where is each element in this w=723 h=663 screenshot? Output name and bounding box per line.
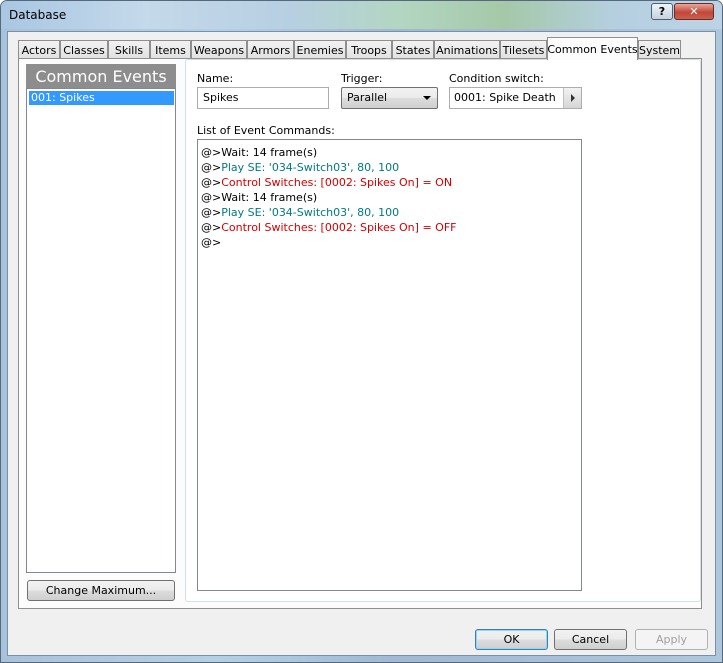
ok-button[interactable]: OK: [475, 629, 548, 650]
database-window: Database ? ✕ Actors Classes Skills Items…: [0, 0, 723, 663]
tab-enemies[interactable]: Enemies: [294, 40, 346, 59]
tab-armors[interactable]: Armors: [247, 40, 294, 59]
condition-switch-value: 0001: Spike Death: [454, 91, 556, 104]
command-prefix: @>: [201, 221, 222, 234]
tab-label: Tilesets: [502, 43, 545, 57]
commands-label: List of Event Commands:: [197, 124, 335, 137]
tab-tilesets[interactable]: Tilesets: [500, 40, 547, 59]
command-prefix: @>: [201, 161, 222, 174]
cancel-button[interactable]: Cancel: [554, 629, 627, 650]
condition-switch-picker-button[interactable]: [563, 88, 581, 108]
help-icon: ?: [658, 5, 666, 18]
tab-label: Items: [155, 43, 186, 57]
tab-label: Troops: [351, 43, 387, 57]
close-icon: ✕: [689, 5, 699, 18]
trigger-value: Parallel: [347, 91, 388, 104]
tab-label: Enemies: [296, 43, 344, 57]
tab-states[interactable]: States: [392, 40, 434, 59]
help-button[interactable]: ?: [651, 3, 673, 20]
name-label: Name:: [197, 72, 234, 85]
command-text: Play SE: '034-Switch03', 80, 100: [221, 206, 400, 219]
command-text: Control Switches: [0002: Spikes On] = ON: [221, 176, 453, 189]
tab-actors[interactable]: Actors: [18, 40, 60, 59]
tab-classes[interactable]: Classes: [60, 40, 108, 59]
event-properties-box: Name: Spikes Trigger: Parallel Condition…: [185, 59, 701, 602]
title-bar[interactable]: Database ? ✕: [1, 1, 722, 29]
change-maximum-button[interactable]: Change Maximum...: [27, 580, 175, 601]
tab-skills[interactable]: Skills: [108, 40, 150, 59]
tab-weapons[interactable]: Weapons: [191, 40, 247, 59]
command-row[interactable]: @>: [201, 235, 578, 250]
tab-label: States: [395, 43, 431, 57]
command-text: Control Switches: [0002: Spikes On] = OF…: [221, 221, 457, 234]
tab-label: Animations: [436, 43, 498, 57]
command-prefix: @>: [201, 206, 222, 219]
command-row[interactable]: @>Wait: 14 frame(s): [201, 190, 578, 205]
command-row[interactable]: @>Control Switches: [0002: Spikes On] = …: [201, 220, 578, 235]
command-text: Wait: 14 frame(s): [221, 191, 318, 204]
command-row[interactable]: @>Play SE: '034-Switch03', 80, 100: [201, 160, 578, 175]
tab-label: Actors: [21, 43, 57, 57]
close-button[interactable]: ✕: [674, 3, 714, 20]
tab-system[interactable]: System: [638, 40, 681, 59]
dialog-client: Actors Classes Skills Items Weapons Armo…: [7, 31, 716, 656]
tab-animations[interactable]: Animations: [434, 40, 500, 59]
trigger-label: Trigger:: [341, 72, 383, 85]
condition-switch-field[interactable]: 0001: Spike Death: [449, 87, 582, 109]
list-header: Common Events: [26, 64, 176, 88]
chevron-down-icon: [423, 96, 431, 100]
command-row[interactable]: @>Control Switches: [0002: Spikes On] = …: [201, 175, 578, 190]
command-row[interactable]: @>Wait: 14 frame(s): [201, 145, 578, 160]
trigger-select[interactable]: Parallel: [341, 87, 438, 109]
tab-label: System: [638, 43, 681, 57]
command-text: Wait: 14 frame(s): [221, 146, 318, 159]
tab-items[interactable]: Items: [150, 40, 191, 59]
tab-label: Common Events: [547, 42, 638, 56]
common-event-list[interactable]: 001: Spikes: [26, 88, 176, 573]
tab-label: Skills: [114, 43, 144, 57]
chevron-right-icon: [570, 94, 575, 102]
command-row[interactable]: @>Play SE: '034-Switch03', 80, 100: [201, 205, 578, 220]
tab-panel: Common Events 001: Spikes Change Maximum…: [18, 58, 702, 609]
tab-common-events[interactable]: Common Events: [547, 37, 638, 60]
tab-label: Classes: [63, 43, 105, 57]
tab-label: Weapons: [193, 43, 245, 57]
tab-label: Armors: [250, 43, 291, 57]
command-text: Play SE: '034-Switch03', 80, 100: [221, 161, 400, 174]
command-prefix: @>: [201, 146, 222, 159]
command-prefix: @>: [201, 176, 222, 189]
condition-switch-label: Condition switch:: [449, 72, 544, 85]
command-prefix: @>: [201, 236, 222, 249]
apply-button[interactable]: Apply: [635, 629, 708, 650]
command-prefix: @>: [201, 191, 222, 204]
event-command-list[interactable]: @>Wait: 14 frame(s) @>Play SE: '034-Swit…: [197, 139, 582, 591]
list-item[interactable]: 001: Spikes: [29, 91, 174, 105]
window-title: Database: [9, 8, 67, 22]
tab-troops[interactable]: Troops: [346, 40, 392, 59]
name-field[interactable]: Spikes: [197, 87, 329, 109]
